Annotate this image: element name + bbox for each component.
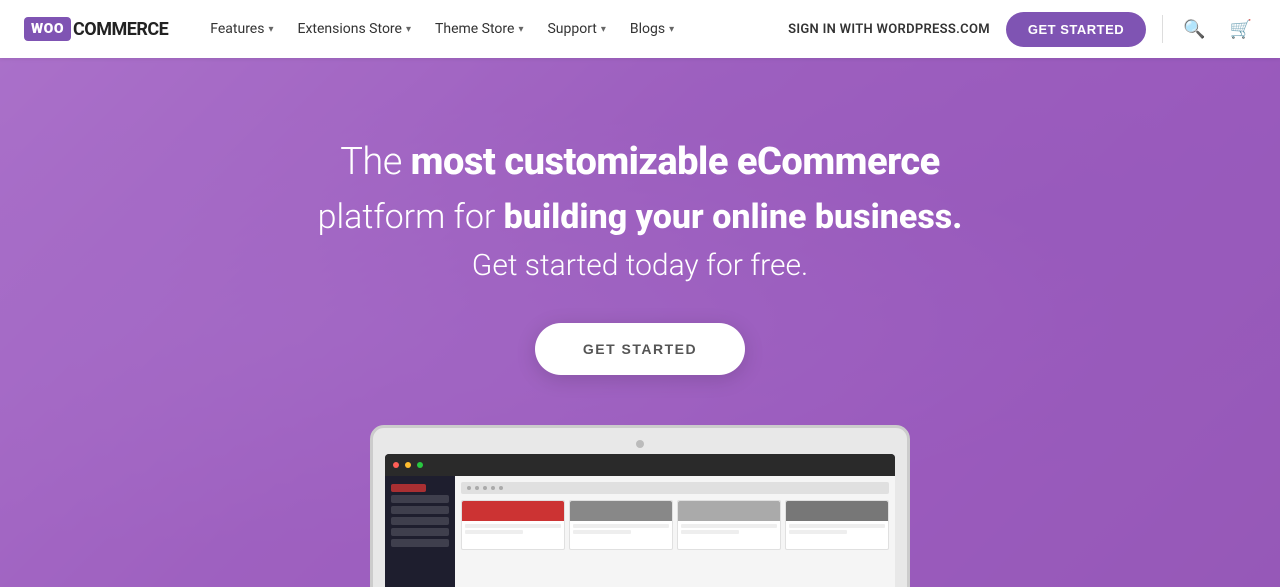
laptop-mockup	[370, 425, 910, 587]
screen-card-line	[573, 524, 669, 528]
hero-title-line1: The most customizable eCommerce	[318, 138, 963, 187]
hero-content: The most customizable eCommerce platform…	[318, 138, 963, 375]
get-started-button[interactable]: GET STARTED	[1006, 12, 1146, 47]
screen-header-dot	[475, 486, 479, 490]
laptop-outer	[370, 425, 910, 587]
hero-tagline: Get started today for free.	[318, 248, 963, 283]
hero-title-normal: The	[340, 140, 410, 184]
nav-theme-store[interactable]: Theme Store ▾	[425, 13, 533, 45]
screen-sidebar-item	[391, 506, 449, 514]
screen-card-line	[681, 524, 777, 528]
screen-main	[455, 476, 895, 587]
screen-sidebar-item	[391, 495, 449, 503]
nav-support[interactable]: Support ▾	[537, 13, 615, 45]
nav-blogs[interactable]: Blogs ▾	[620, 13, 684, 45]
navbar: WOO COMMERCE Features ▾ Extensions Store…	[0, 0, 1280, 58]
screen-card-image	[678, 501, 780, 521]
nav-divider	[1162, 15, 1163, 43]
screen-sidebar	[385, 476, 455, 587]
screen-card-line	[681, 530, 739, 534]
cart-icon[interactable]: 🛒	[1226, 15, 1256, 44]
screen-dot-red	[393, 462, 399, 468]
sign-in-link[interactable]: SIGN IN WITH WORDPRESS.COM	[788, 22, 990, 37]
screen-card-line	[465, 524, 561, 528]
chevron-icon: ▾	[406, 24, 411, 35]
screen-card-line	[573, 530, 631, 534]
screen-dot-yellow	[405, 462, 411, 468]
laptop-camera	[636, 440, 644, 448]
hero-subtitle-bold: building your online business.	[504, 197, 963, 237]
logo-commerce: COMMERCE	[73, 19, 168, 40]
nav-features[interactable]: Features ▾	[200, 13, 283, 45]
screen-card-line	[789, 524, 885, 528]
screen-sidebar-logo	[391, 484, 426, 492]
screen-header-dot	[467, 486, 471, 490]
screen-content	[385, 476, 895, 587]
chevron-icon: ▾	[518, 24, 523, 35]
hero-cta-button[interactable]: GET STARTED	[535, 323, 745, 375]
screen-card	[461, 500, 565, 550]
screen-sidebar-item	[391, 539, 449, 547]
hero-title-line2: platform for building your online busine…	[318, 195, 963, 239]
screen-header-dot	[483, 486, 487, 490]
screen-header-dot	[491, 486, 495, 490]
hero-section: The most customizable eCommerce platform…	[0, 58, 1280, 587]
screen-sidebar-item	[391, 517, 449, 525]
nav-links: Features ▾ Extensions Store ▾ Theme Stor…	[200, 13, 788, 45]
chevron-icon: ▾	[669, 24, 674, 35]
screen-card-image	[570, 501, 672, 521]
screen-navbar	[385, 454, 895, 476]
screen-header-dot	[499, 486, 503, 490]
hero-subtitle-normal: platform for	[318, 197, 504, 237]
screen-card	[677, 500, 781, 550]
laptop-screen	[385, 454, 895, 587]
screen-card	[785, 500, 889, 550]
screen-card-line	[465, 530, 523, 534]
logo[interactable]: WOO COMMERCE	[24, 17, 168, 41]
screen-card-image	[462, 501, 564, 521]
logo-woo: WOO	[24, 17, 71, 41]
nav-extensions-store[interactable]: Extensions Store ▾	[288, 13, 422, 45]
screen-dot-green	[417, 462, 423, 468]
screen-header	[461, 482, 889, 494]
screen-card-image	[786, 501, 888, 521]
screen-cards	[461, 500, 889, 550]
screen-sidebar-item	[391, 528, 449, 536]
hero-title-bold: most customizable eCommerce	[411, 140, 940, 184]
screen-card-line	[789, 530, 847, 534]
chevron-icon: ▾	[268, 24, 273, 35]
nav-right: SIGN IN WITH WORDPRESS.COM GET STARTED 🔍…	[788, 12, 1256, 47]
screen-card	[569, 500, 673, 550]
chevron-icon: ▾	[601, 24, 606, 35]
search-icon[interactable]: 🔍	[1179, 15, 1209, 44]
